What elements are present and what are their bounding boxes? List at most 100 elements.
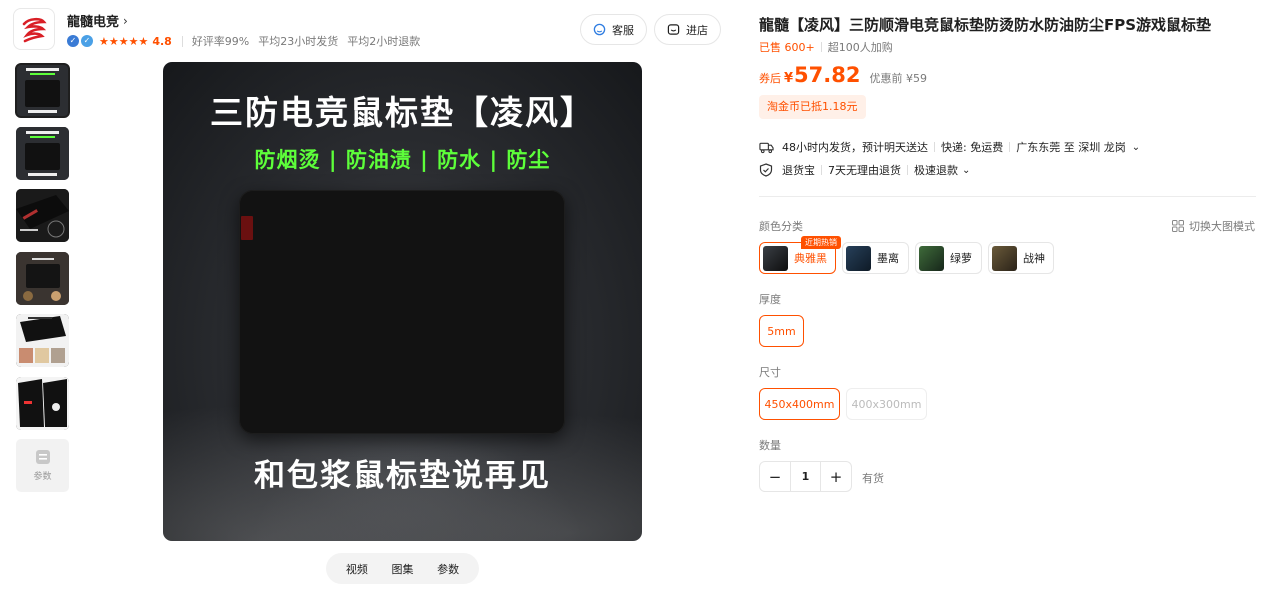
params-label: 参数 [33,472,52,482]
minus-icon[interactable]: − [760,462,790,491]
thumbnail-6[interactable] [16,376,69,430]
original-price: 优惠前 ¥59 [869,72,927,85]
gallery-view-tabs: 视频 图集 参数 [326,553,479,584]
main-image-title: 三防电竞鼠标垫【凌风】 [210,93,595,132]
ship-promise: 48小时内发货，预计明天送达 [782,141,928,154]
divider [934,142,935,152]
thumbnail-2[interactable] [16,126,69,180]
thumbnail-4[interactable] [16,251,69,305]
shop-name: 龍髓电竞 [67,15,120,30]
store-icon [667,24,680,35]
thumbnail-params[interactable]: 参数 [16,439,69,492]
mouse-pad-graphic [239,190,565,434]
shield-icon [759,163,775,177]
quantity-input[interactable]: 1 [790,462,821,491]
chevron-down-icon[interactable]: ⌄ [962,165,970,176]
thumbnail-3[interactable] [16,189,69,242]
tab-params[interactable]: 参数 [437,561,459,577]
thickness-option-5mm[interactable]: 5mm [759,315,804,347]
divider [820,42,822,52]
shop-name-link[interactable]: 龍髓电竞 › [67,11,128,31]
color-option-warrior[interactable]: 战神 [988,242,1054,274]
plus-icon[interactable]: + [821,462,851,491]
truck-icon [759,141,775,154]
dragon-logo-icon [22,17,47,43]
shop-logo[interactable] [13,8,55,50]
section-divider [759,196,1256,197]
return-insurance: 退货宝 [782,164,815,177]
color-option-label: 典雅黑 [794,252,827,265]
color-option-label: 绿萝 [950,252,972,265]
color-label: 颜色分类 [759,220,803,233]
color-option-green[interactable]: 绿萝 [915,242,982,274]
stock-status: 有货 [862,472,884,485]
thumbnail-5-image [16,314,69,367]
thumbnail-2-image [16,126,69,180]
chevron-down-icon[interactable]: ⌄ [1132,142,1140,153]
thumbnail-1[interactable] [15,63,70,118]
shop-meta: ✓ ✓ ★★★★★ 4.8 好评率99% 平均23小时发货 平均2小时退款 [67,33,429,49]
color-swatch-moli [846,245,871,271]
color-swatch-green [919,245,944,271]
switch-view-mode-button[interactable]: 切换大图模式 [1172,218,1255,234]
thumbnail-5[interactable] [16,314,69,367]
shipping-row: 48小时内发货，预计明天送达 快递: 免运费 广东东莞 至 深圳 龙岗 ⌄ [759,139,1140,155]
shop-badge-icon: ✓ [67,35,79,47]
main-image-subtitle: 防烟烫 | 防油渍 | 防水 | 防尘 [254,148,551,172]
shop-rating: 4.8 [152,34,172,48]
tab-gallery[interactable]: 图集 [391,561,413,577]
ship-fee: 快递: 免运费 [941,141,1004,154]
customer-service-button[interactable]: 客服 [580,14,647,45]
color-swatch-warrior [992,245,1017,271]
main-product-image[interactable]: 三防电竞鼠标垫【凌风】 防烟烫 | 防油渍 | 防水 | 防尘 和包浆鼠标垫说再… [163,62,642,541]
shop-badge-icon-2: ✓ [81,35,93,47]
main-image-tagline: 和包浆鼠标垫说再见 [254,458,551,494]
cart-count: 超100人加购 [827,41,893,54]
divider [907,165,908,175]
fast-refund[interactable]: 极速退款 [914,162,958,178]
thickness-option-label: 5mm [767,324,796,338]
pad-logo-mark [241,216,253,240]
headset-icon [593,23,606,36]
size-label: 尺寸 [759,366,781,379]
thickness-label: 厚度 [759,293,781,306]
size-option-400x300[interactable]: 400x300mm [846,388,927,420]
size-option-450x400[interactable]: 450x400mm [759,388,840,420]
star-rating-icon: ★★★★★ [99,34,149,48]
thumbnail-4-image [16,251,69,305]
avg-refund-time: 平均2小时退款 [347,35,421,48]
switch-view-mode-label: 切换大图模式 [1189,220,1255,233]
color-option-label: 战神 [1023,252,1045,265]
quantity-label: 数量 [759,439,781,452]
sales-info: 已售 600+ 超100人加购 [759,39,893,55]
params-icon [35,450,50,464]
enter-store-label: 进店 [686,23,708,37]
quantity-stepper: − 1 + [759,461,852,492]
color-option-moli[interactable]: 墨离 [842,242,909,274]
return-row: 退货宝 7天无理由退货 极速退款 ⌄ [759,162,970,178]
divider [181,35,183,47]
hot-sale-tag: 近期热销 [801,236,841,249]
color-option-black[interactable]: 近期热销 典雅黑 [759,236,841,274]
good-rate: 好评率99% [191,35,250,48]
ship-route[interactable]: 广东东莞 至 深圳 龙岗 [1016,139,1126,155]
product-title: 龍髓【凌风】三防顺滑电竞鼠标垫防烫防水防油防尘FPS游戏鼠标垫 [759,16,1212,34]
currency-symbol: ¥ [784,71,794,86]
size-option-label: 450x400mm [764,397,835,411]
color-option-label: 墨离 [877,252,899,265]
divider [821,165,822,175]
thumbnail-6-image [16,376,69,430]
coin-discount-badge: 淘金币已抵1.18元 [759,95,866,119]
avg-ship-time: 平均23小时发货 [258,35,339,48]
price-value: 57.82 [794,63,861,87]
enter-store-button[interactable]: 进店 [654,14,721,45]
thumbnail-1-image [16,64,69,117]
size-option-label: 400x300mm [851,397,922,411]
price-prefix: 券后 [759,72,781,85]
no-reason-return: 7天无理由退货 [828,164,901,177]
chevron-right-icon: › [123,13,128,28]
grid-icon [1172,220,1184,232]
tab-video[interactable]: 视频 [346,561,368,577]
thumbnail-3-image [16,189,69,242]
customer-service-label: 客服 [612,23,634,37]
